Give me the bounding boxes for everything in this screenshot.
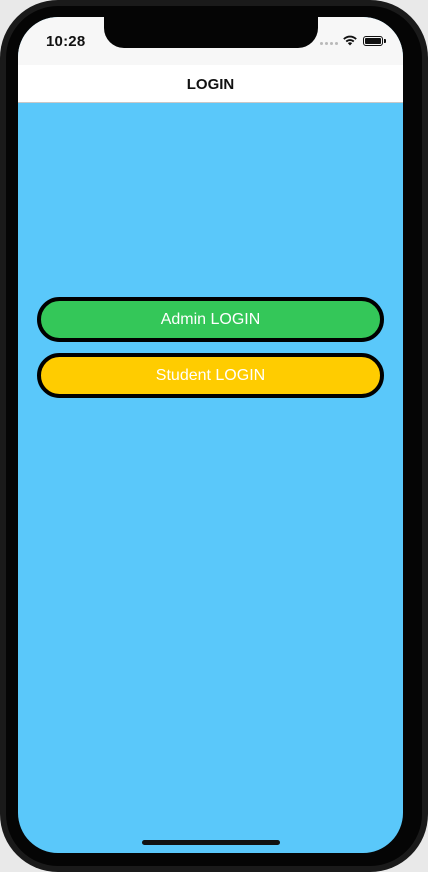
navigation-bar: LOGIN [18, 65, 403, 103]
admin-login-button[interactable]: Admin LOGIN [37, 297, 384, 342]
student-login-label: Student LOGIN [155, 366, 266, 384]
status-bar: 10:28 [18, 17, 403, 65]
home-indicator[interactable] [142, 840, 280, 845]
status-time: 10:28 [46, 33, 86, 50]
app-screen: 10:28 LOGIN Admin LOGIN Student LOGIN [18, 17, 403, 853]
battery-icon [363, 36, 383, 46]
notch [104, 17, 318, 48]
signal-icon [320, 42, 338, 45]
page-title: LOGIN [186, 76, 235, 93]
student-login-button[interactable]: Student LOGIN [37, 353, 384, 398]
admin-login-label: Admin LOGIN [160, 310, 261, 328]
device-frame: 10:28 LOGIN Admin LOGIN Student LOGIN [0, 0, 428, 872]
battery-cap [384, 39, 386, 43]
wifi-icon [343, 35, 357, 46]
battery-level [365, 38, 381, 44]
